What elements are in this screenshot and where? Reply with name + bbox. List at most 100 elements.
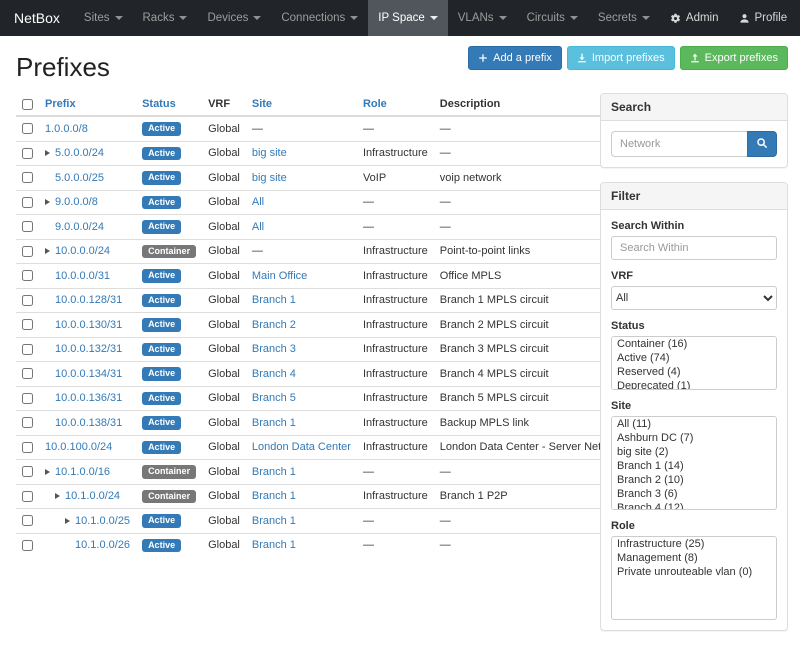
import-prefixes-button[interactable]: Import prefixes: [567, 46, 675, 70]
filter-option[interactable]: Ashburn DC (7): [612, 431, 776, 445]
site-link[interactable]: Main Office: [252, 270, 307, 282]
export-prefixes-button[interactable]: Export prefixes: [680, 46, 788, 70]
prefix-link[interactable]: 10.0.100.0/24: [45, 441, 112, 453]
row-checkbox[interactable]: [22, 368, 33, 379]
filter-vrf-select[interactable]: All: [611, 286, 777, 310]
row-checkbox[interactable]: [22, 442, 33, 453]
filter-option[interactable]: Container (16): [612, 337, 776, 351]
site-link[interactable]: Branch 1: [252, 490, 296, 502]
nav-item-connections[interactable]: Connections: [271, 0, 368, 36]
filter-option[interactable]: Branch 1 (14): [612, 459, 776, 473]
nav-item-sites[interactable]: Sites: [74, 0, 133, 36]
row-checkbox[interactable]: [22, 466, 33, 477]
nav-item-circuits[interactable]: Circuits: [517, 0, 588, 36]
prefix-link[interactable]: 10.0.0.138/31: [55, 417, 122, 429]
filter-option[interactable]: Branch 3 (6): [612, 487, 776, 501]
column-sort-link[interactable]: Role: [363, 98, 387, 110]
prefix-link[interactable]: 5.0.0.0/25: [55, 172, 104, 184]
filter-option[interactable]: big site (2): [612, 445, 776, 459]
prefix-link[interactable]: 10.0.0.132/31: [55, 343, 122, 355]
prefix-link[interactable]: 10.1.0.0/25: [75, 515, 130, 527]
site-link[interactable]: London Data Center: [252, 441, 351, 453]
column-header-role[interactable]: Role: [357, 93, 434, 116]
filter-option[interactable]: Management (8): [612, 551, 776, 565]
prefix-link[interactable]: 10.1.0.0/24: [65, 490, 120, 502]
site-link[interactable]: big site: [252, 172, 287, 184]
navbar-right: AdminProfileLog out: [660, 0, 800, 36]
nav-item-vlans[interactable]: VLANs: [448, 0, 517, 36]
row-checkbox[interactable]: [22, 417, 33, 428]
prefix-link[interactable]: 1.0.0.0/8: [45, 123, 88, 135]
site-link[interactable]: Branch 1: [252, 515, 296, 527]
row-checkbox[interactable]: [22, 491, 33, 502]
filter-option[interactable]: Private unrouteable vlan (0): [612, 565, 776, 579]
nav-item-profile[interactable]: Profile: [729, 0, 798, 36]
filter-option[interactable]: Branch 4 (12): [612, 501, 776, 510]
app-logo[interactable]: NetBox: [0, 0, 74, 36]
status-badge: Active: [142, 220, 181, 234]
row-checkbox[interactable]: [22, 295, 33, 306]
column-sort-link[interactable]: Status: [142, 98, 176, 110]
row-checkbox[interactable]: [22, 515, 33, 526]
prefix-link[interactable]: 9.0.0.0/24: [55, 221, 104, 233]
site-link[interactable]: Branch 1: [252, 294, 296, 306]
table-row: 10.0.0.0/24ContainerGlobal—Infrastructur…: [16, 239, 630, 264]
filter-option[interactable]: Deprecated (1): [612, 379, 776, 390]
add-prefix-button[interactable]: Add a prefix: [468, 46, 562, 70]
filter-option[interactable]: Reserved (4): [612, 365, 776, 379]
role-value: Infrastructure: [363, 392, 428, 404]
column-sort-link[interactable]: Prefix: [45, 98, 76, 110]
filter-option[interactable]: Infrastructure (25): [612, 537, 776, 551]
prefix-link[interactable]: 10.1.0.0/26: [75, 539, 130, 551]
nav-item-devices[interactable]: Devices: [197, 0, 271, 36]
site-link[interactable]: Branch 1: [252, 539, 296, 551]
nav-item-admin[interactable]: Admin: [660, 0, 729, 36]
select-all-checkbox[interactable]: [22, 99, 33, 110]
filter-role-listbox[interactable]: Infrastructure (25)Management (8)Private…: [611, 536, 777, 620]
row-checkbox[interactable]: [22, 270, 33, 281]
row-checkbox[interactable]: [22, 148, 33, 159]
nav-item-racks[interactable]: Racks: [133, 0, 198, 36]
site-link[interactable]: Branch 2: [252, 319, 296, 331]
prefix-link[interactable]: 5.0.0.0/24: [55, 147, 104, 159]
row-checkbox[interactable]: [22, 172, 33, 183]
filter-option[interactable]: Active (74): [612, 351, 776, 365]
row-checkbox[interactable]: [22, 319, 33, 330]
filter-option[interactable]: All (11): [612, 417, 776, 431]
filter-search-within-input[interactable]: [611, 236, 777, 260]
search-input[interactable]: [611, 131, 747, 157]
site-link[interactable]: All: [252, 196, 264, 208]
site-link[interactable]: Branch 4: [252, 368, 296, 380]
site-link[interactable]: All: [252, 221, 264, 233]
row-checkbox[interactable]: [22, 540, 33, 551]
column-header-status[interactable]: Status: [136, 93, 202, 116]
prefix-link[interactable]: 10.0.0.0/24: [55, 245, 110, 257]
filter-status-listbox[interactable]: Container (16)Active (74)Reserved (4)Dep…: [611, 336, 777, 390]
prefix-link[interactable]: 10.0.0.136/31: [55, 392, 122, 404]
filter-site-listbox[interactable]: All (11)Ashburn DC (7)big site (2)Branch…: [611, 416, 777, 510]
column-header-site[interactable]: Site: [246, 93, 357, 116]
row-checkbox[interactable]: [22, 246, 33, 257]
site-link[interactable]: Branch 3: [252, 343, 296, 355]
row-checkbox[interactable]: [22, 344, 33, 355]
column-sort-link[interactable]: Site: [252, 98, 272, 110]
site-link[interactable]: Branch 1: [252, 417, 296, 429]
row-checkbox[interactable]: [22, 393, 33, 404]
filter-option[interactable]: Branch 2 (10): [612, 473, 776, 487]
site-link[interactable]: Branch 5: [252, 392, 296, 404]
prefix-link[interactable]: 10.0.0.0/31: [55, 270, 110, 282]
row-checkbox[interactable]: [22, 221, 33, 232]
search-button[interactable]: [747, 131, 777, 157]
prefix-link[interactable]: 10.1.0.0/16: [55, 466, 110, 478]
prefix-link[interactable]: 10.0.0.130/31: [55, 319, 122, 331]
row-checkbox[interactable]: [22, 197, 33, 208]
site-link[interactable]: big site: [252, 147, 287, 159]
prefix-link[interactable]: 10.0.0.128/31: [55, 294, 122, 306]
column-header-prefix[interactable]: Prefix: [39, 93, 136, 116]
row-checkbox[interactable]: [22, 123, 33, 134]
site-link[interactable]: Branch 1: [252, 466, 296, 478]
prefix-link[interactable]: 9.0.0.0/8: [55, 196, 98, 208]
nav-item-secrets[interactable]: Secrets: [588, 0, 660, 36]
prefix-link[interactable]: 10.0.0.134/31: [55, 368, 122, 380]
nav-item-ip-space[interactable]: IP Space: [368, 0, 447, 36]
